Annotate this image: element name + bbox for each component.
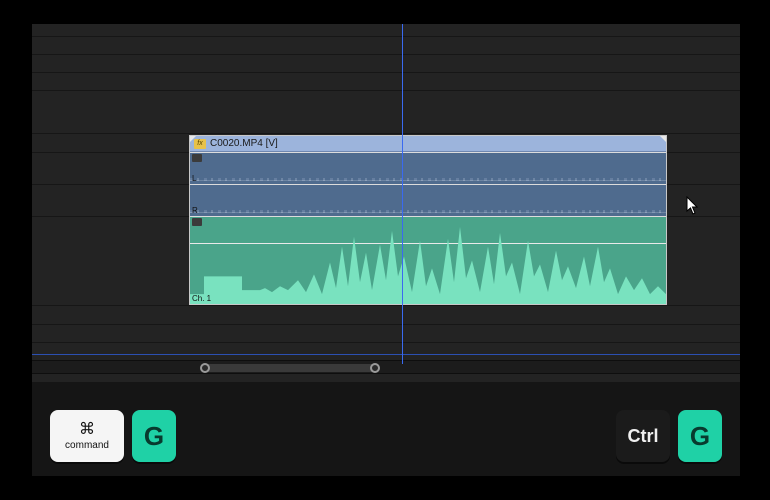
lane-label: Ch. 1 — [192, 294, 211, 303]
audio-lane-right[interactable]: R — [190, 184, 666, 216]
key-command: ⌘ command — [50, 410, 124, 462]
clip-header[interactable]: fx C0020.MP4 [V] — [190, 136, 666, 152]
track-divider — [32, 36, 740, 37]
audio-lane-left[interactable]: L — [190, 152, 666, 184]
waveform — [190, 178, 666, 181]
shortcut-windows: Ctrl G — [616, 410, 722, 462]
timeline-zoom-scrollbar[interactable] — [32, 360, 740, 374]
shortcut-overlay: ⌘ command G Ctrl G — [32, 382, 740, 476]
timeline-panel[interactable]: fx C0020.MP4 [V] L R Ch. 1 — [32, 24, 740, 476]
command-glyph-icon: ⌘ — [79, 422, 95, 438]
timeline-clip[interactable]: fx C0020.MP4 [V] L R Ch. 1 — [190, 136, 666, 304]
clip-title: C0020.MP4 [V] — [210, 138, 278, 149]
fx-badge-icon — [192, 154, 202, 162]
cursor-icon — [686, 196, 700, 216]
zoom-handle-right[interactable] — [370, 363, 380, 373]
track-divider — [32, 305, 740, 306]
track-divider — [32, 133, 740, 134]
track-divider — [32, 90, 740, 91]
lane-label: L — [192, 174, 196, 183]
key-letter: G — [678, 410, 722, 462]
scrollbar-thumb[interactable] — [204, 364, 376, 372]
work-area-line — [32, 354, 740, 355]
key-label: command — [65, 440, 109, 451]
zoom-handle-left[interactable] — [200, 363, 210, 373]
audio-lane-linked[interactable]: Ch. 1 — [190, 216, 666, 304]
key-letter: G — [132, 410, 176, 462]
playhead[interactable] — [402, 24, 403, 364]
key-ctrl: Ctrl — [616, 410, 670, 462]
waveform — [190, 210, 666, 213]
track-divider — [32, 342, 740, 343]
track-divider — [32, 54, 740, 55]
track-divider — [32, 72, 740, 73]
lane-label: R — [192, 206, 198, 215]
shortcut-mac: ⌘ command G — [50, 410, 176, 462]
clip-out-mark-icon — [660, 136, 666, 142]
waveform — [190, 217, 666, 304]
track-divider — [32, 324, 740, 325]
clip-in-mark-icon — [190, 136, 196, 142]
